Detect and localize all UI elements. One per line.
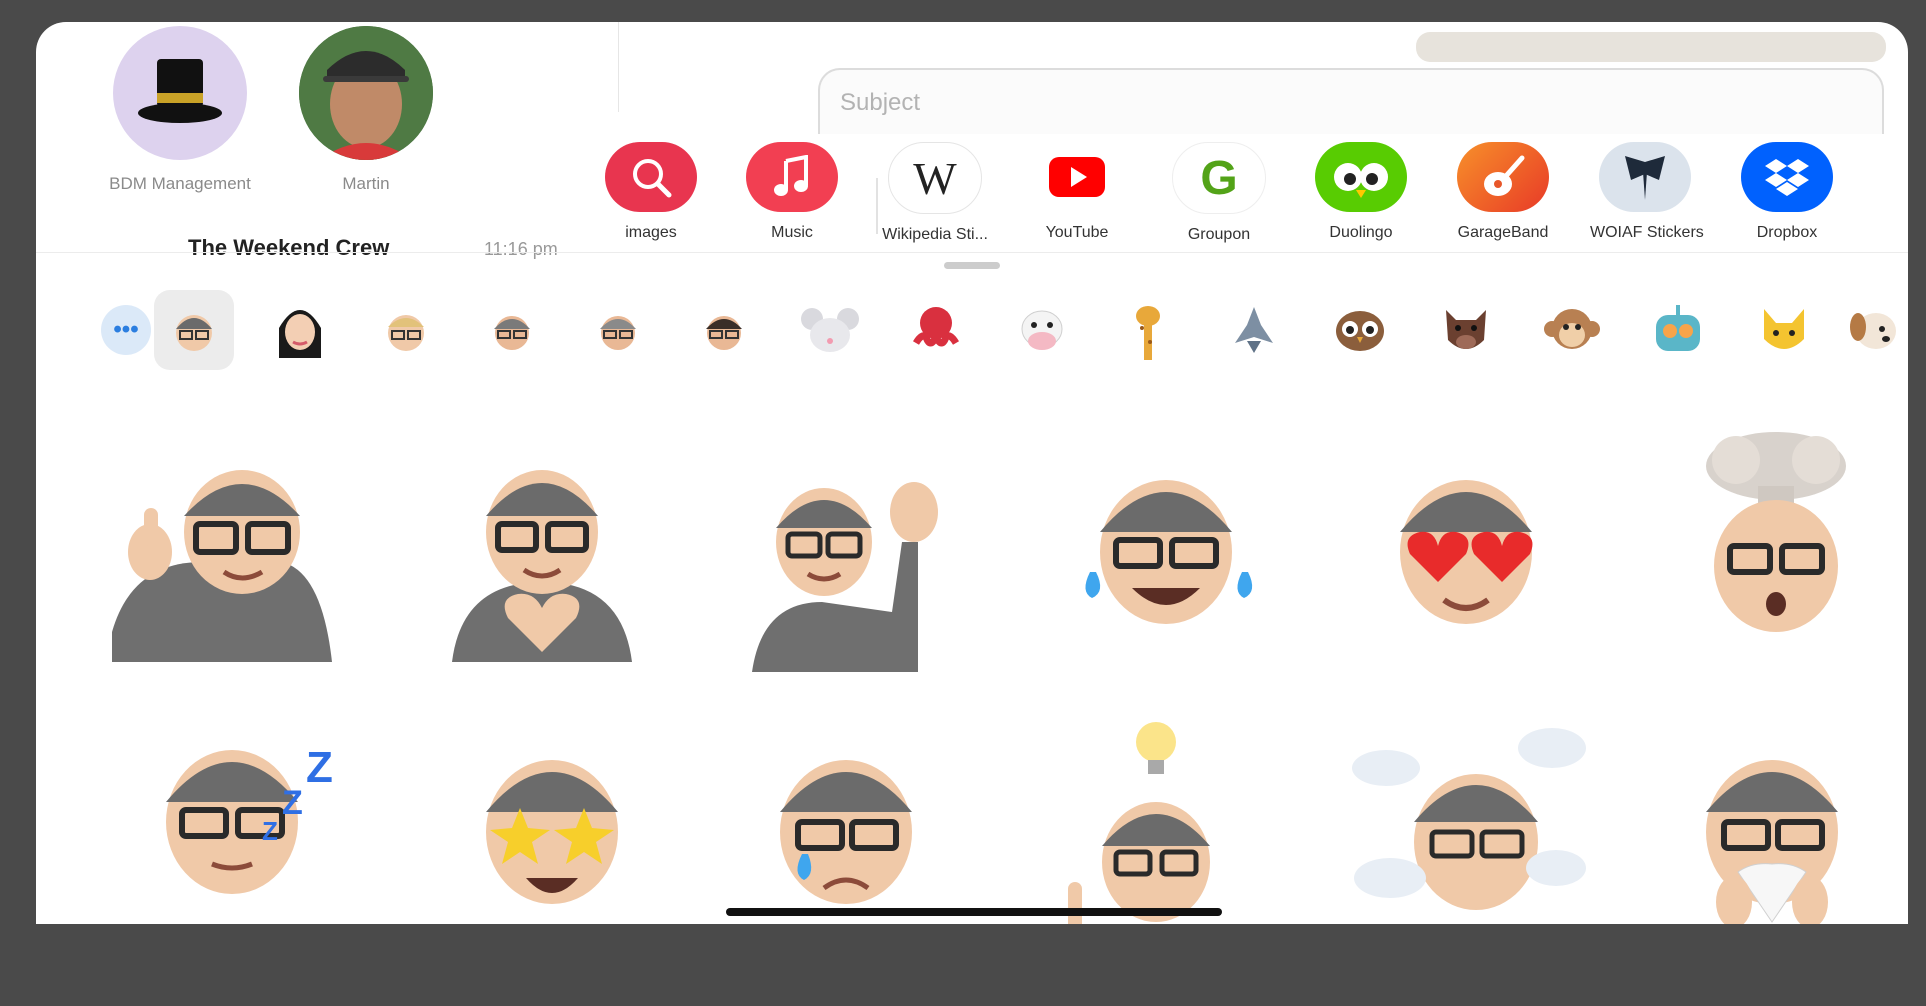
cat-icon <box>1764 309 1804 349</box>
conversation-time: 11:16 pm <box>484 239 558 259</box>
app-drawer-divider <box>876 178 878 234</box>
app-label: Groupon <box>1187 226 1251 243</box>
sticker-idea[interactable] <box>1026 702 1286 924</box>
mouse-icon <box>801 308 859 352</box>
sticker-sad-tear[interactable] <box>716 722 976 924</box>
app-label: Music <box>771 224 813 241</box>
messages-screen: BDM Management Martin The Weekend Crew 1… <box>36 22 1908 924</box>
music-note-icon <box>746 142 838 212</box>
memoji-selector-item[interactable] <box>684 290 764 370</box>
sticker-head-in-clouds[interactable] <box>1346 718 1606 924</box>
sticker-waving[interactable] <box>712 442 972 702</box>
app-woiaf-stickers[interactable]: WOIAF Stickers <box>1590 142 1704 242</box>
image-search-icon <box>605 142 697 212</box>
sticker-star-struck[interactable] <box>422 722 682 924</box>
sticker-mind-blown[interactable] <box>1646 416 1906 676</box>
app-music[interactable]: Music <box>737 142 847 242</box>
octopus-icon <box>912 307 960 347</box>
app-label: Duolingo <box>1329 224 1393 241</box>
pinned-name: BDM Management <box>109 174 251 193</box>
app-garageband[interactable]: GarageBand <box>1448 142 1558 242</box>
memoji-selector-item[interactable] <box>260 290 340 370</box>
guitar-icon <box>1457 142 1549 212</box>
memoji-blonde-glasses-icon <box>388 315 424 351</box>
conversation-title[interactable]: The Weekend Crew <box>188 235 389 261</box>
app-images[interactable]: images <box>596 142 706 242</box>
memoji-grey-hat-2-icon <box>600 316 636 350</box>
avatar <box>299 26 433 160</box>
memoji-selector-item[interactable] <box>1836 290 1908 370</box>
groupon-g-icon: G <box>1172 142 1266 214</box>
dog-icon <box>1850 313 1896 349</box>
memoji-selector-row: ••• <box>36 290 1908 380</box>
pinned-conversation-bdm[interactable]: BDM Management <box>100 26 260 194</box>
drawer-grabber[interactable] <box>944 262 1000 269</box>
dragon-icon <box>1599 142 1691 212</box>
wikipedia-w-icon: W <box>888 142 982 214</box>
boar-icon <box>1446 310 1486 349</box>
app-youtube[interactable]: YouTube <box>1022 142 1132 242</box>
app-wikipedia-stickers[interactable]: W Wikipedia Sti... <box>880 142 990 244</box>
memoji-selector-item[interactable] <box>896 290 976 370</box>
memoji-selector-item[interactable] <box>790 290 870 370</box>
more-icon: ••• <box>101 305 151 355</box>
pinned-conversation-martin[interactable]: Martin <box>286 26 446 194</box>
top-hat-icon <box>113 26 247 160</box>
app-dropbox[interactable]: Dropbox <box>1732 142 1842 242</box>
app-label: Wikipedia Sti... <box>882 226 988 243</box>
app-label: WOIAF Stickers <box>1590 224 1704 241</box>
owl-icon <box>1336 311 1384 351</box>
memoji-selector-item[interactable] <box>366 290 446 370</box>
memoji-dark-hair-glasses-icon <box>706 316 742 350</box>
duolingo-owl-icon <box>1315 142 1407 212</box>
sticker-heart-eyes[interactable] <box>1336 432 1596 692</box>
app-label: YouTube <box>1045 224 1109 241</box>
svg-text:Z: Z <box>306 743 333 792</box>
app-groupon[interactable]: G Groupon <box>1164 142 1274 244</box>
cow-icon <box>1021 310 1063 350</box>
memoji-selector-item[interactable] <box>1638 290 1718 370</box>
background-thread-strip <box>1416 32 1886 62</box>
robot-icon <box>1656 305 1700 351</box>
memoji-selector-item[interactable] <box>1532 290 1612 370</box>
app-label: images <box>625 224 677 241</box>
monkey-icon <box>1544 309 1600 349</box>
memoji-selector-item[interactable] <box>1214 290 1294 370</box>
memoji-selector-item[interactable] <box>154 290 234 370</box>
sticker-heart-hands[interactable] <box>412 432 672 692</box>
memoji-selector-item[interactable] <box>578 290 658 370</box>
app-duolingo[interactable]: Duolingo <box>1306 142 1416 242</box>
sticker-thumbs-up[interactable] <box>92 432 352 692</box>
youtube-play-icon <box>1031 142 1123 212</box>
svg-text:Z: Z <box>282 784 303 822</box>
memoji-selector-item[interactable] <box>1426 290 1506 370</box>
memoji-selector-item[interactable] <box>1108 290 1188 370</box>
app-label: GarageBand <box>1457 224 1549 241</box>
drawer-separator <box>36 252 1908 253</box>
app-drawer: images Music W Wikipedia Sti... YouTube … <box>605 134 1908 254</box>
memoji-selector-item[interactable] <box>1320 290 1400 370</box>
device-bezel <box>0 924 1926 1006</box>
sticker-tears-of-joy[interactable] <box>1036 432 1296 692</box>
svg-text:Z: Z <box>262 816 278 846</box>
memoji-grey-hat-icon <box>494 316 530 350</box>
sticker-sleeping[interactable]: Z Z Z <box>122 722 382 924</box>
pinned-name: Martin <box>342 174 390 193</box>
subject-input[interactable] <box>838 88 1442 118</box>
memoji-selector-item[interactable] <box>1744 290 1824 370</box>
sticker-grid: Z Z Z <box>36 402 1908 924</box>
memoji-grey-beanie-glasses-icon <box>176 315 212 351</box>
memoji-selector-item[interactable] <box>472 290 552 370</box>
sticker-sneezing[interactable] <box>1642 722 1902 924</box>
subject-field-container <box>818 68 1884 140</box>
app-label: Dropbox <box>1756 224 1818 241</box>
dropbox-icon <box>1741 142 1833 212</box>
giraffe-icon <box>1136 306 1160 360</box>
pane-divider <box>618 22 619 112</box>
memoji-woman-black-hair-icon <box>279 310 321 358</box>
shark-icon <box>1235 307 1273 353</box>
home-indicator[interactable] <box>726 908 1222 916</box>
memoji-selector-item[interactable] <box>1002 290 1082 370</box>
